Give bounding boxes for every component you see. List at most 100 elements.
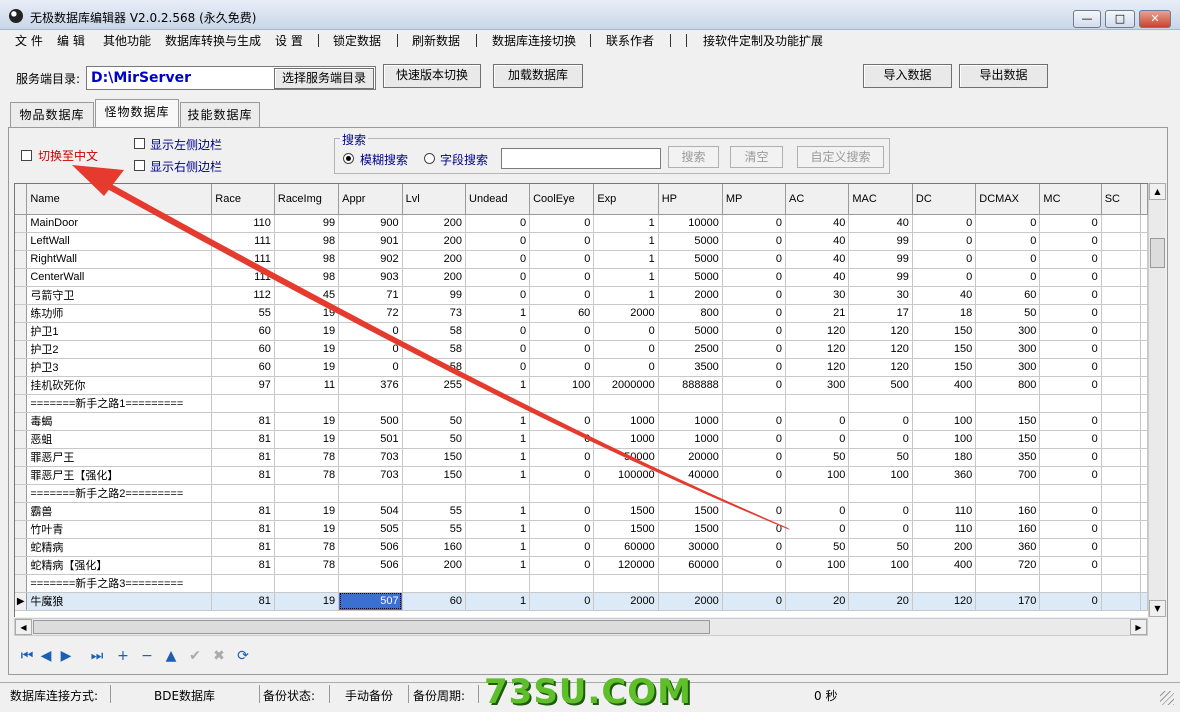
cell-mc[interactable]: 0 xyxy=(1039,412,1102,431)
row-indicator[interactable] xyxy=(15,502,28,521)
cell-dcmax[interactable]: 50 xyxy=(975,304,1041,323)
cell-raceimg[interactable]: 98 xyxy=(274,250,340,269)
cell-mp[interactable]: 0 xyxy=(722,322,787,341)
cell-name[interactable]: 蛇精病 xyxy=(26,538,213,557)
cell-mac[interactable]: 120 xyxy=(848,358,913,377)
cell-appr[interactable]: 0 xyxy=(338,358,403,377)
next-record-icon[interactable]: ▶ xyxy=(55,646,77,668)
cell-cooleye[interactable]: 0 xyxy=(529,232,595,251)
cell-dcmax[interactable]: 300 xyxy=(975,322,1041,341)
cell-ac[interactable]: 40 xyxy=(785,250,850,269)
cell-cooleye[interactable]: 0 xyxy=(529,466,595,485)
cell-lvl[interactable]: 58 xyxy=(402,322,467,341)
cell-appr[interactable] xyxy=(338,574,403,593)
cell-cooleye[interactable]: 0 xyxy=(529,502,595,521)
cell-sc[interactable] xyxy=(1101,430,1142,449)
cell-dcmax[interactable]: 170 xyxy=(975,592,1041,611)
table-row[interactable]: 护卫1 60 19 0 58 0 0 0 5000 0 120 120 150 300 0 xyxy=(15,322,1148,341)
table-row[interactable]: MainDoor 110 99 900 200 0 0 1 10000 0 40 40 0 0 0 xyxy=(15,214,1148,233)
cell-race[interactable]: 112 xyxy=(211,286,275,305)
cell-raceimg[interactable]: 78 xyxy=(274,448,340,467)
cell-ac[interactable]: 0 xyxy=(785,520,850,539)
import-data-button[interactable]: 导入数据 xyxy=(863,64,952,88)
cell-mp[interactable] xyxy=(722,484,787,503)
column-header-raceimg[interactable]: RaceImg xyxy=(274,184,340,215)
cell-dcmax[interactable]: 300 xyxy=(975,340,1041,359)
cell-race[interactable] xyxy=(211,394,275,413)
cell-appr[interactable]: 903 xyxy=(338,268,403,287)
cell-raceimg[interactable]: 19 xyxy=(274,340,340,359)
table-row[interactable]: 霸兽 81 19 504 55 1 0 1500 1500 0 0 0 110 160 0 xyxy=(15,502,1148,521)
cell-cooleye[interactable]: 0 xyxy=(529,538,595,557)
cell-raceimg[interactable]: 99 xyxy=(274,214,340,233)
cell-exp[interactable]: 1 xyxy=(593,286,659,305)
cell-hp[interactable]: 888888 xyxy=(658,376,723,395)
cell-mc[interactable]: 0 xyxy=(1039,538,1102,557)
cell-exp[interactable] xyxy=(593,574,659,593)
cell-dc[interactable]: 110 xyxy=(912,502,977,521)
cell-exp[interactable]: 1000 xyxy=(593,430,659,449)
column-header-hp[interactable]: HP xyxy=(658,184,723,215)
cell-dc[interactable]: 0 xyxy=(912,250,977,269)
cell-sc[interactable] xyxy=(1101,484,1142,503)
cell-raceimg[interactable]: 19 xyxy=(274,592,340,611)
table-row[interactable]: ▶ 牛魔狼 81 19 507 60 1 0 2000 2000 0 20 20 120 170 0 xyxy=(15,592,1148,611)
cell-exp[interactable]: 2000 xyxy=(593,304,659,323)
cancel-record-icon[interactable]: ✖ xyxy=(208,646,230,668)
cell-dcmax[interactable]: 800 xyxy=(975,376,1041,395)
cell-undead[interactable]: 1 xyxy=(465,466,531,485)
table-row[interactable]: 罪恶尸王【强化】 81 78 703 150 1 0 100000 40000 0 100 100 36… xyxy=(15,466,1148,485)
cell-cooleye[interactable]: 100 xyxy=(529,376,595,395)
cell-raceimg[interactable]: 19 xyxy=(274,502,340,521)
cell-hp[interactable]: 60000 xyxy=(658,556,723,575)
cell-undead[interactable]: 0 xyxy=(465,250,531,269)
cell-race[interactable]: 111 xyxy=(211,232,275,251)
scroll-down-icon[interactable]: ▼ xyxy=(1149,600,1166,617)
cell-raceimg[interactable] xyxy=(274,574,340,593)
cell-ac[interactable] xyxy=(785,394,850,413)
cell-name[interactable]: MainDoor xyxy=(26,214,213,233)
cell-exp[interactable]: 1 xyxy=(593,214,659,233)
row-indicator[interactable] xyxy=(15,250,28,269)
cell-undead[interactable]: 1 xyxy=(465,304,531,323)
cell-dc[interactable]: 0 xyxy=(912,214,977,233)
cell-lvl[interactable] xyxy=(402,394,467,413)
cell-raceimg[interactable]: 19 xyxy=(274,358,340,377)
cell-race[interactable]: 81 xyxy=(211,520,275,539)
cell-sc[interactable] xyxy=(1101,466,1142,485)
scroll-left-icon[interactable]: ◀ xyxy=(15,619,32,635)
custom-search-button[interactable]: 自定义搜索 xyxy=(797,146,884,168)
cell-appr[interactable]: 505 xyxy=(338,520,403,539)
cell-undead[interactable]: 1 xyxy=(465,376,531,395)
cell-race[interactable]: 111 xyxy=(211,250,275,269)
cell-cooleye[interactable]: 0 xyxy=(529,250,595,269)
column-header-dcmax[interactable]: DCMAX xyxy=(975,184,1041,215)
scroll-up-icon[interactable]: ▲ xyxy=(1149,183,1166,200)
cell-ac[interactable]: 0 xyxy=(785,412,850,431)
column-header-ac[interactable]: AC xyxy=(785,184,850,215)
cell-undead[interactable]: 0 xyxy=(465,340,531,359)
cell-ac[interactable]: 120 xyxy=(785,358,850,377)
menu-edit[interactable]: 编 辑 xyxy=(57,32,85,49)
table-row[interactable]: 罪恶尸王 81 78 703 150 1 0 50000 20000 0 50 50 180 350 0 xyxy=(15,448,1148,467)
cell-name[interactable]: RightWall xyxy=(26,250,213,269)
cell-ac[interactable]: 20 xyxy=(785,592,850,611)
row-indicator[interactable] xyxy=(15,556,28,575)
cell-appr[interactable] xyxy=(338,484,403,503)
cell-name[interactable]: 霸兽 xyxy=(26,502,213,521)
menu-other-functions[interactable]: 其他功能 xyxy=(103,32,151,49)
cell-ac[interactable] xyxy=(785,484,850,503)
cell-appr[interactable]: 376 xyxy=(338,376,403,395)
column-header-exp[interactable]: Exp xyxy=(593,184,659,215)
cell-hp[interactable] xyxy=(658,484,723,503)
cell-dc[interactable]: 120 xyxy=(912,592,977,611)
cell-name[interactable]: 恶蛆 xyxy=(26,430,213,449)
cell-exp[interactable]: 0 xyxy=(593,340,659,359)
cell-race[interactable] xyxy=(211,484,275,503)
cell-race[interactable]: 111 xyxy=(211,268,275,287)
cell-dc[interactable]: 100 xyxy=(912,430,977,449)
cell-raceimg[interactable]: 45 xyxy=(274,286,340,305)
cell-mac[interactable]: 100 xyxy=(848,556,913,575)
cell-race[interactable] xyxy=(211,574,275,593)
cell-exp[interactable]: 100000 xyxy=(593,466,659,485)
